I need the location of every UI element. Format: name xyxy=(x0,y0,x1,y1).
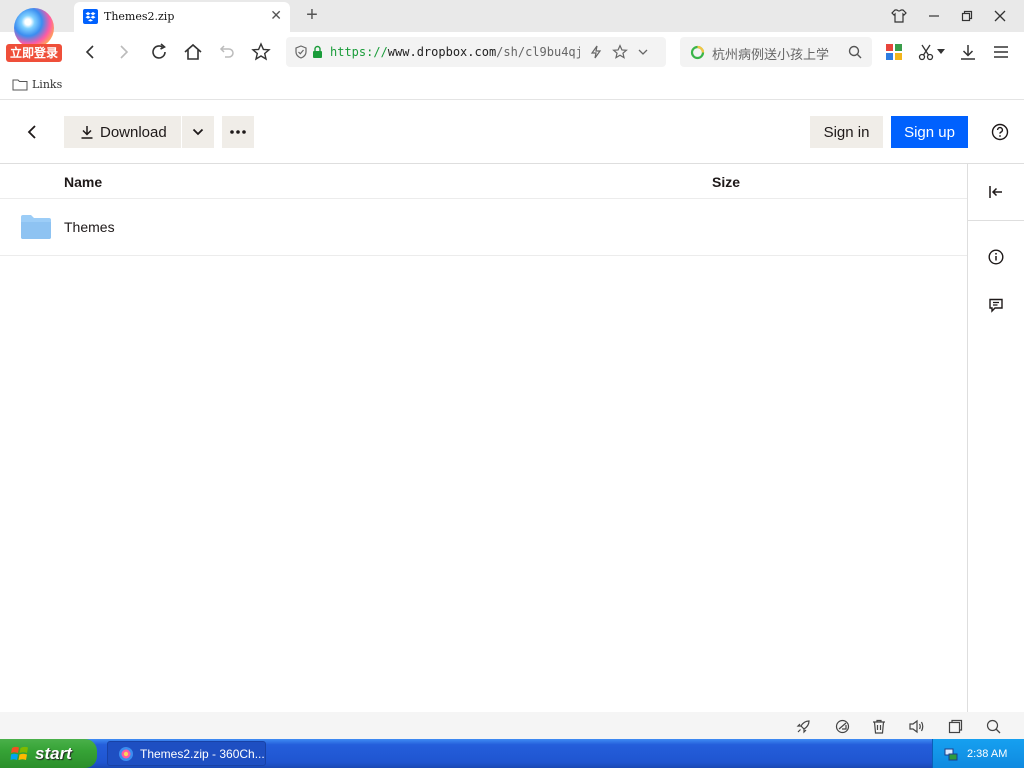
dropbox-favicon-icon xyxy=(83,9,98,24)
chevron-down-icon[interactable] xyxy=(637,47,649,57)
ellipsis-icon xyxy=(230,130,246,134)
comment-icon[interactable] xyxy=(984,293,1008,317)
system-tray: 2:38 AM xyxy=(932,739,1024,768)
taskbar: start Themes2.zip - 360Ch... 2:38 AM xyxy=(0,739,1024,768)
start-button[interactable]: start xyxy=(0,739,97,768)
login-badge[interactable]: 立即登录 xyxy=(6,44,62,62)
browser-logo[interactable]: 立即登录 xyxy=(6,6,62,62)
home-icon[interactable] xyxy=(179,38,207,66)
help-icon[interactable] xyxy=(988,120,1012,144)
lock-icon xyxy=(313,45,322,58)
search-engine-icon xyxy=(690,45,705,60)
screenshot-dropdown-icon[interactable] xyxy=(934,38,948,66)
dropbox-page: Download Sign in Sign up Name Size Theme… xyxy=(0,100,1024,712)
more-options-button[interactable] xyxy=(222,116,254,148)
column-header-name[interactable]: Name xyxy=(64,174,102,190)
minimize-button[interactable] xyxy=(920,4,948,28)
bookmark-star-icon[interactable] xyxy=(612,44,628,60)
windows-logo-icon xyxy=(10,746,28,760)
shield-icon xyxy=(295,45,307,59)
folder-icon xyxy=(12,79,28,91)
chevron-down-icon xyxy=(192,128,204,136)
download-manager-icon[interactable] xyxy=(954,38,982,66)
column-header-size[interactable]: Size xyxy=(712,174,740,190)
start-label: start xyxy=(35,743,72,763)
arrow-left-icon xyxy=(27,125,36,139)
back-icon[interactable] xyxy=(76,38,104,66)
download-label: Download xyxy=(100,123,167,141)
sign-up-button[interactable]: Sign up xyxy=(891,116,968,148)
undo-close-icon[interactable] xyxy=(213,38,241,66)
download-button[interactable]: Download xyxy=(64,116,181,148)
file-row[interactable]: Themes xyxy=(0,199,967,256)
network-icon[interactable] xyxy=(943,746,959,762)
skin-icon[interactable] xyxy=(885,4,913,28)
menu-icon[interactable] xyxy=(987,38,1015,66)
browser-toolbar: https://www.dropbox.com/sh/cl9bu4qj 杭州病例… xyxy=(0,32,1024,72)
file-list-header: Name Size xyxy=(0,164,967,199)
reload-icon[interactable] xyxy=(145,38,173,66)
taskbar-item-browser[interactable]: Themes2.zip - 360Ch... xyxy=(107,741,266,766)
url-text[interactable]: https://www.dropbox.com/sh/cl9bu4qj xyxy=(330,45,580,59)
forward-icon[interactable] xyxy=(110,38,138,66)
zoom-icon[interactable] xyxy=(985,718,1001,734)
folder-icon xyxy=(21,215,51,239)
volume-icon[interactable] xyxy=(909,718,925,734)
rocket-icon[interactable] xyxy=(795,718,811,734)
browser-app-icon xyxy=(119,746,133,761)
bookmark-label: Links xyxy=(32,78,63,91)
accelerate-icon[interactable] xyxy=(834,718,850,734)
tab-active[interactable]: Themes2.zip ✕ xyxy=(74,2,290,32)
trash-icon[interactable] xyxy=(871,718,887,734)
sign-in-button[interactable]: Sign in xyxy=(810,116,883,148)
favorites-star-icon[interactable] xyxy=(247,38,275,66)
restore-button[interactable] xyxy=(953,4,981,28)
browser-status-bar xyxy=(0,712,1024,739)
download-options-button[interactable] xyxy=(182,116,214,148)
clock[interactable]: 2:38 AM xyxy=(967,748,1007,760)
search-box[interactable]: 杭州病例送小孩上学 xyxy=(680,37,872,67)
file-name[interactable]: Themes xyxy=(64,219,115,235)
screen: Themes2.zip ✕ + 立即登录 https://www.dropbox… xyxy=(0,0,1024,768)
page-toolbar: Download Sign in Sign up xyxy=(0,100,1024,164)
search-input[interactable]: 杭州病例送小孩上学 xyxy=(712,44,829,63)
right-rail xyxy=(967,164,1024,712)
back-button[interactable] xyxy=(18,118,46,146)
new-tab-button[interactable]: + xyxy=(302,2,322,28)
tab-title: Themes2.zip xyxy=(104,10,175,23)
window-icon[interactable] xyxy=(947,718,963,734)
tab-close-icon[interactable]: ✕ xyxy=(270,7,282,24)
apps-icon[interactable] xyxy=(880,38,908,66)
bookmark-links[interactable]: Links xyxy=(12,78,62,91)
browser-logo-icon xyxy=(14,8,54,48)
bookmarks-bar: Links xyxy=(0,72,1024,100)
rail-divider xyxy=(968,220,1024,221)
close-window-button[interactable] xyxy=(986,4,1014,28)
taskbar-item-label: Themes2.zip - 360Ch... xyxy=(140,746,265,761)
tab-strip: Themes2.zip ✕ + xyxy=(0,0,1024,32)
address-bar[interactable]: https://www.dropbox.com/sh/cl9bu4qj xyxy=(286,37,666,67)
lightning-icon[interactable] xyxy=(589,45,603,59)
collapse-sidebar-icon[interactable] xyxy=(984,180,1008,204)
download-icon xyxy=(81,126,93,139)
file-list: Name Size Themes xyxy=(0,164,967,712)
search-icon[interactable] xyxy=(848,45,862,59)
info-icon[interactable] xyxy=(984,245,1008,269)
